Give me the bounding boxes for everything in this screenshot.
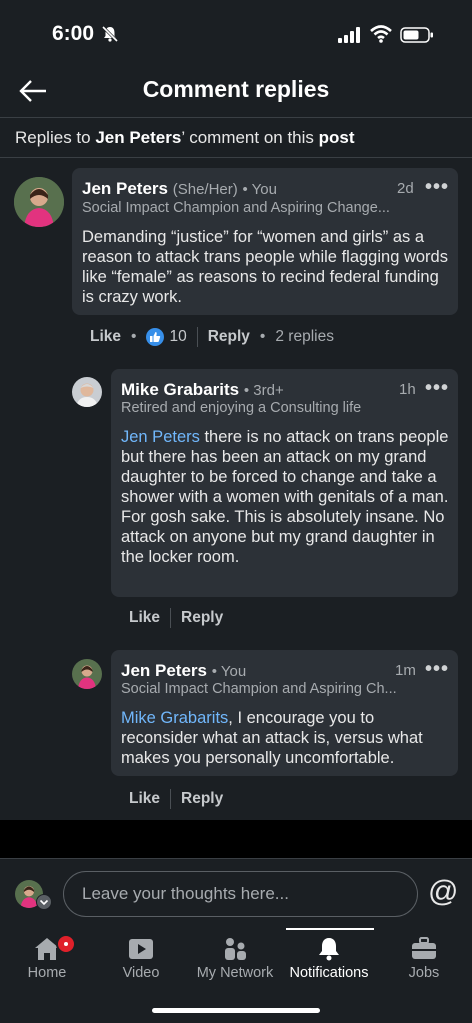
comment-actions: Like Reply (129, 608, 223, 628)
app-header: Comment replies (0, 70, 472, 118)
comment-actions: Like Reply (129, 789, 223, 809)
comment-input[interactable]: Leave your thoughts here... (63, 871, 418, 917)
reply-button[interactable]: Reply (208, 328, 250, 346)
divider (0, 157, 472, 158)
more-options-icon[interactable]: ••• (425, 658, 449, 681)
mention-link[interactable]: Mike Grabarits (121, 709, 228, 727)
context-post-link[interactable]: post (319, 128, 355, 147)
commenter-name[interactable]: Jen Peters (121, 661, 207, 680)
comment-text: Jen Peters there is no attack on trans p… (121, 428, 449, 566)
commenter-headline: Social Impact Champion and Aspiring Ch..… (121, 681, 397, 697)
connection-degree: • You (242, 181, 277, 198)
nav-video[interactable]: Video (94, 928, 188, 981)
more-options-icon[interactable]: ••• (425, 377, 449, 400)
avatar[interactable] (72, 659, 102, 689)
replies-context: Replies to Jen Peters’ comment on this p… (15, 128, 355, 147)
nav-jobs[interactable]: Jobs (377, 928, 471, 981)
more-options-icon[interactable]: ••• (425, 176, 449, 199)
like-button[interactable]: Like (90, 328, 121, 346)
signal-icon (338, 27, 360, 43)
like-count[interactable]: 10 (169, 328, 186, 346)
page-title: Comment replies (142, 76, 330, 102)
commenter-name[interactable]: Jen Peters (82, 179, 168, 198)
comment-time: 2d (397, 180, 414, 197)
briefcase-icon (412, 937, 436, 959)
connection-degree: • You (211, 663, 247, 680)
replies-count[interactable]: 2 replies (275, 328, 334, 346)
like-button[interactable]: Like (129, 609, 160, 627)
like-button[interactable]: Like (129, 790, 160, 808)
status-time: 6:00 (52, 22, 95, 45)
bell-off-icon (101, 25, 119, 43)
home-indicator (152, 1008, 320, 1013)
pronouns: (She/Her) (172, 181, 238, 198)
nav-home[interactable]: Home (0, 928, 94, 981)
compose-bar: Leave your thoughts here... @ (0, 858, 472, 928)
status-bar: 6:00 (0, 0, 472, 70)
nav-my-network[interactable]: My Network (188, 928, 282, 981)
comment-actions: Like • 10 Reply • 2 replies (90, 327, 334, 347)
person-photo-icon (14, 177, 64, 227)
commenter-name[interactable]: Mike Grabarits (121, 380, 239, 399)
comment-time: 1h (399, 381, 416, 398)
reply-button[interactable]: Reply (181, 609, 223, 627)
reply-button[interactable]: Reply (181, 790, 223, 808)
commenter-headline: Retired and enjoying a Consulting life (121, 400, 362, 416)
comment-text: Demanding “justice” for “women and girls… (82, 228, 448, 306)
avatar[interactable] (14, 177, 64, 227)
context-author-link[interactable]: Jen Peters (95, 128, 181, 147)
like-reaction-icon[interactable] (146, 328, 165, 346)
commenter-headline: Social Impact Champion and Aspiring Chan… (82, 200, 390, 216)
comment-time: 1m (395, 662, 416, 679)
video-icon (129, 939, 153, 959)
mention-link[interactable]: Jen Peters (121, 428, 200, 446)
battery-icon (400, 27, 433, 43)
person-photo-icon (72, 377, 102, 407)
connection-degree: • 3rd+ (243, 382, 284, 399)
avatar[interactable] (72, 377, 102, 407)
content-end-band (0, 820, 472, 858)
chevron-down-icon[interactable] (36, 894, 52, 910)
mention-at-icon[interactable]: @ (428, 875, 458, 909)
wifi-icon (370, 25, 392, 43)
comment-text: Mike Grabarits, I encourage you to recon… (121, 709, 423, 767)
bell-icon (319, 938, 339, 961)
person-photo-icon (72, 659, 102, 689)
nav-notifications[interactable]: Notifications (282, 928, 376, 981)
network-icon (225, 938, 246, 960)
notification-badge (56, 934, 76, 954)
